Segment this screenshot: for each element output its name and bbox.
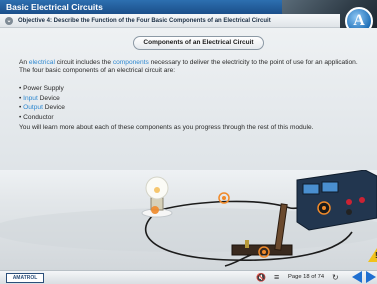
components-list: Power Supply Input Device Output Device … <box>19 84 65 122</box>
list-item: Conductor <box>19 113 65 123</box>
list-item: Power Supply <box>19 84 65 94</box>
footer-bar: AMATROL 🔇 ≡ Page 18 of 74 ↻ <box>0 270 377 284</box>
page-indicator: Page 18 of 74 <box>288 274 325 280</box>
intro-paragraph: An electrical circuit includes the compo… <box>19 59 364 76</box>
list-item-label: Conductor <box>23 113 54 121</box>
light-bulb[interactable] <box>141 176 173 218</box>
objective-bar[interactable]: ⌄ Objective 4: Describe the Function of … <box>0 14 340 28</box>
circuit-illustration <box>0 170 377 270</box>
output-link[interactable]: Output <box>23 104 43 111</box>
outro-paragraph: You will learn more about each of these … <box>19 124 314 131</box>
section-heading: Components of an Electrical Circuit <box>133 36 264 50</box>
list-item-label: Device <box>42 104 65 111</box>
speaker-mute-icon[interactable]: 🔇 <box>256 272 266 283</box>
objective-text: Objective 4: Describe the Function of th… <box>18 18 271 24</box>
list-item-label: Device <box>37 94 60 102</box>
reload-icon[interactable]: ↻ <box>332 272 339 283</box>
intro-text: circuit includes the <box>54 59 113 66</box>
previous-page-button[interactable] <box>352 271 362 283</box>
circuit-svg <box>0 170 377 267</box>
list-item: Input Device <box>19 94 65 104</box>
amatrol-brand[interactable]: AMATROL <box>6 273 44 283</box>
list-item-label: Power Supply <box>23 85 64 92</box>
chevron-down-icon[interactable]: ⌄ <box>5 17 13 25</box>
menu-icon[interactable]: ≡ <box>274 272 279 283</box>
list-item: Output Device <box>19 103 65 113</box>
warning-icon[interactable]: ! <box>368 248 377 262</box>
input-link[interactable]: Input <box>23 95 38 102</box>
components-link[interactable]: components <box>113 59 149 66</box>
electrical-link[interactable]: electrical <box>29 59 55 66</box>
intro-text: An <box>19 59 29 66</box>
next-page-button[interactable] <box>366 271 376 283</box>
app-title: Basic Electrical Circuits <box>6 2 103 12</box>
